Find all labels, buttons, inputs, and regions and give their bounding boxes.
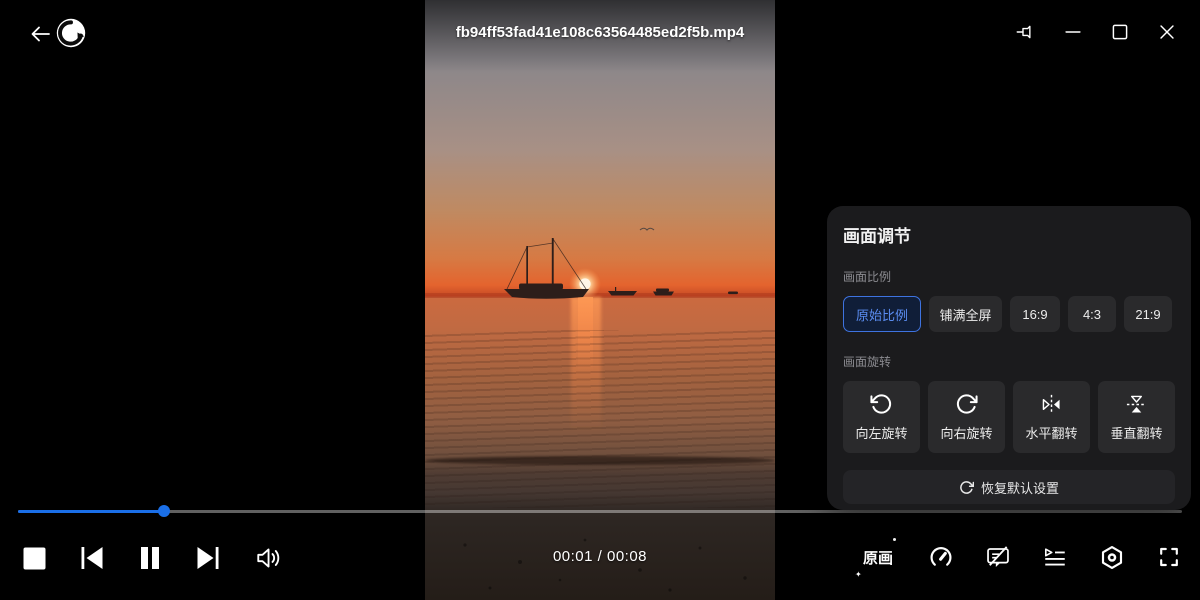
flip-horizontal-label: 水平翻转: [1025, 423, 1077, 442]
aspect-ratio-label: 画面比例: [843, 268, 1175, 285]
flip-horizontal-icon: [1040, 393, 1063, 416]
minimize-button[interactable]: [1062, 21, 1084, 43]
reset-label: 恢复默认设置: [981, 478, 1059, 497]
flip-horizontal-button[interactable]: 水平翻转: [1013, 381, 1090, 453]
minimize-icon: [1062, 21, 1084, 43]
beach-pebbles: [463, 539, 746, 592]
aspect-option-4-3[interactable]: 4:3: [1068, 296, 1116, 332]
flip-vertical-label: 垂直翻转: [1110, 423, 1162, 442]
aspect-option-fill[interactable]: 铺满全屏: [929, 296, 1002, 332]
rotate-left-icon: [870, 393, 893, 416]
flip-vertical-icon: [1125, 393, 1148, 416]
reset-icon: [959, 480, 974, 495]
progress-handle[interactable]: [158, 505, 170, 517]
settings-button[interactable]: [1099, 542, 1125, 572]
maximize-icon: [1109, 21, 1131, 43]
pin-button[interactable]: [1015, 21, 1037, 43]
rotation-label: 画面旋转: [843, 353, 1175, 370]
close-button[interactable]: [1156, 21, 1178, 43]
subtitle-off-icon: [985, 543, 1011, 571]
aspect-option-21-9[interactable]: 21:9: [1124, 296, 1172, 332]
aspect-option-16-9[interactable]: 16:9: [1010, 296, 1060, 332]
reset-defaults-button[interactable]: 恢复默认设置: [843, 470, 1175, 504]
aspect-option-original[interactable]: 原始比例: [843, 296, 921, 332]
speed-icon: [928, 544, 954, 571]
sailboat-silhouette: [504, 238, 589, 299]
pin-icon: [1015, 21, 1037, 43]
rotation-options: 向左旋转 向右旋转 水平翻转: [843, 381, 1175, 453]
flip-vertical-button[interactable]: 垂直翻转: [1098, 381, 1175, 453]
panel-title: 画面调节: [843, 222, 1175, 247]
player-right-controls: 原画 ✦: [859, 542, 1182, 572]
fullscreen-icon: [1156, 544, 1182, 570]
shore-wave-edge: [425, 456, 775, 465]
quality-button[interactable]: 原画 ✦: [859, 542, 897, 572]
rotate-left-button[interactable]: 向左旋转: [843, 381, 920, 453]
picture-adjust-panel: 画面调节 画面比例 原始比例 铺满全屏 16:9 4:3 21:9 画面旋转 向…: [827, 206, 1191, 510]
playback-speed-button[interactable]: [928, 542, 954, 572]
water-ripples: [425, 330, 775, 508]
settings-icon: [1099, 543, 1125, 572]
maximize-button[interactable]: [1109, 21, 1131, 43]
rotate-right-icon: [955, 393, 978, 416]
rotate-right-label: 向右旋转: [940, 423, 992, 442]
quality-label: 原画: [863, 547, 893, 568]
progress-fill: [18, 510, 164, 513]
window-controls: [1015, 21, 1178, 43]
aspect-ratio-options: 原始比例 铺满全屏 16:9 4:3 21:9: [843, 296, 1175, 332]
bird-silhouette: [640, 228, 654, 230]
subtitle-button[interactable]: [985, 542, 1011, 572]
rotate-left-label: 向左旋转: [855, 423, 907, 442]
rotate-right-button[interactable]: 向右旋转: [928, 381, 1005, 453]
quality-sparkle-dot-icon: [893, 538, 896, 541]
player-window: fb94ff53fad41e108c63564485ed2f5b.mp4: [0, 0, 1200, 600]
playlist-button[interactable]: [1042, 542, 1068, 572]
fullscreen-button[interactable]: [1156, 542, 1182, 572]
quality-sparkle-icon: ✦: [855, 570, 862, 579]
close-icon: [1156, 21, 1178, 43]
playlist-icon: [1042, 544, 1068, 570]
